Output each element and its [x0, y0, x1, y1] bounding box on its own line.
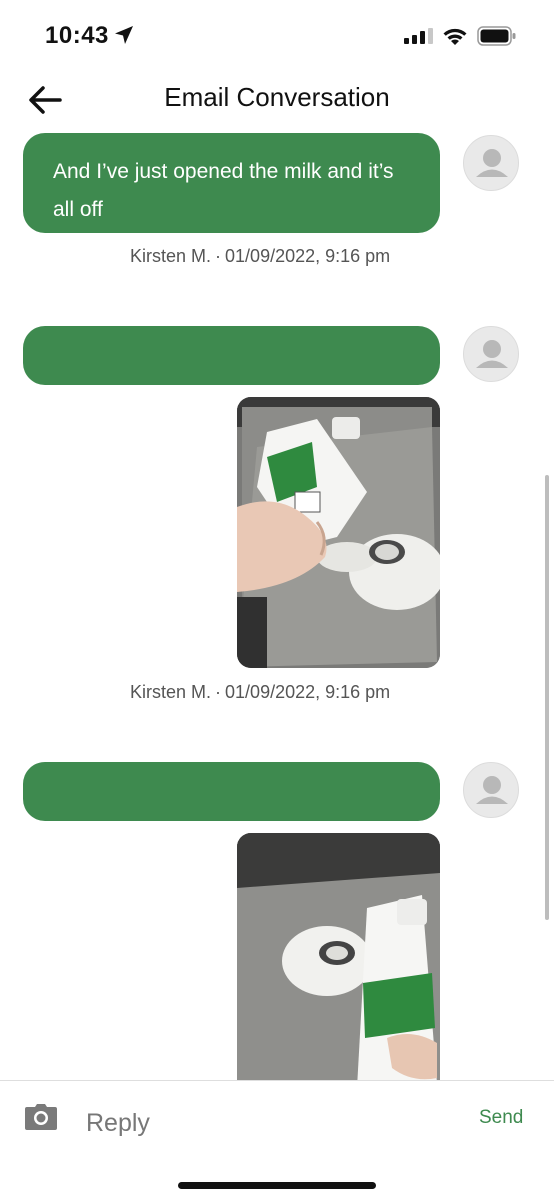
- message-bubble: And I’ve just opened the milk and it’s a…: [23, 133, 440, 233]
- battery-icon: [477, 26, 516, 46]
- avatar: [463, 135, 519, 191]
- message-meta: Kirsten M. · 01/09/2022, 9:16 pm: [130, 682, 390, 703]
- photo-image: [237, 397, 440, 668]
- message-timestamp: 01/09/2022, 9:16 pm: [225, 682, 391, 702]
- message-author: Kirsten M.: [130, 682, 212, 702]
- message-timestamp: 01/09/2022, 9:16 pm: [225, 246, 391, 266]
- person-icon: [476, 149, 508, 177]
- cellular-signal-icon: [404, 28, 433, 44]
- photo-image: [237, 833, 440, 1080]
- message-text: And I’ve just opened the milk and it’s a…: [53, 160, 394, 221]
- status-time: 10:43: [45, 22, 109, 49]
- meta-separator: ·: [215, 682, 222, 702]
- person-icon: [476, 340, 508, 368]
- wifi-icon: [443, 28, 467, 45]
- avatar: [463, 762, 519, 818]
- message-bubble: [23, 326, 440, 385]
- conversation-list[interactable]: And I’ve just opened the milk and it’s a…: [0, 130, 554, 1080]
- message-meta: Kirsten M. · 01/09/2022, 9:16 pm: [130, 246, 390, 267]
- location-arrow-icon: [115, 26, 133, 44]
- send-button[interactable]: Send: [479, 1107, 523, 1129]
- meta-separator: ·: [215, 246, 222, 266]
- avatar: [463, 326, 519, 382]
- home-indicator: [178, 1182, 376, 1189]
- status-bar: 10:43: [0, 0, 554, 70]
- message-text: [23, 762, 440, 802]
- page-title: Email Conversation: [164, 82, 390, 112]
- message-author: Kirsten M.: [130, 246, 212, 266]
- reply-input[interactable]: [86, 1103, 446, 1143]
- camera-button[interactable]: [24, 1103, 58, 1131]
- message-photo-milk-bottle[interactable]: [237, 833, 440, 1080]
- message-bubble: [23, 762, 440, 821]
- camera-icon: [25, 1104, 57, 1130]
- message-photo-sink-milk[interactable]: [237, 397, 440, 668]
- message-text: [23, 326, 440, 366]
- reply-bar: Send: [0, 1080, 554, 1201]
- person-icon: [476, 776, 508, 804]
- header: Email Conversation: [0, 70, 554, 130]
- scrollbar[interactable]: [545, 475, 549, 920]
